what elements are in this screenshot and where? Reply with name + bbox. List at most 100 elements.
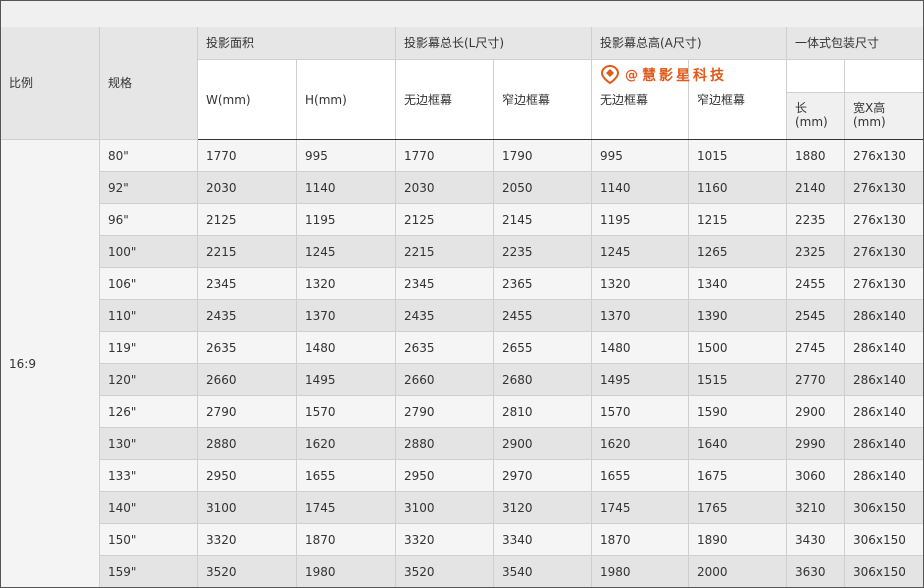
cell-length-borderless: 3320 xyxy=(396,524,494,556)
header-spec: 规格 xyxy=(100,27,198,140)
cell-w: 2880 xyxy=(198,428,297,460)
cell-height-borderless: 1870 xyxy=(592,524,689,556)
header-total-height: 投影幕总高(A尺寸) xyxy=(592,27,787,60)
cell-w: 2345 xyxy=(198,268,297,300)
header-total-length: 投影幕总长(L尺寸) xyxy=(396,27,592,60)
watermark: @ 慧影星科技 xyxy=(599,65,727,85)
cell-pkg-wh: 276x130 xyxy=(845,204,923,236)
cell-pkg-length: 2140 xyxy=(787,172,845,204)
cell-length-narrow: 2455 xyxy=(494,300,592,332)
cell-spec: 140" xyxy=(100,492,198,524)
cell-pkg-length: 2990 xyxy=(787,428,845,460)
cell-length-borderless: 2880 xyxy=(396,428,494,460)
cell-pkg-length: 2455 xyxy=(787,268,845,300)
cell-length-narrow: 1790 xyxy=(494,140,592,172)
cell-w: 2125 xyxy=(198,204,297,236)
cell-w: 2030 xyxy=(198,172,297,204)
header-ratio: 比例 xyxy=(1,27,100,140)
header-package-length-text: 长 (mm) xyxy=(795,101,828,129)
header-h: H(mm) xyxy=(297,60,396,140)
cell-height-borderless: 1745 xyxy=(592,492,689,524)
header-package-blank-1 xyxy=(787,60,845,93)
cell-length-borderless: 2215 xyxy=(396,236,494,268)
cell-length-narrow: 3340 xyxy=(494,524,592,556)
ratio-cell: 16:9 xyxy=(1,140,100,587)
cell-h: 1870 xyxy=(297,524,396,556)
cell-h: 1140 xyxy=(297,172,396,204)
cell-height-narrow: 1500 xyxy=(689,332,787,364)
cell-h: 1980 xyxy=(297,556,396,587)
watermark-text: 慧影星科技 xyxy=(642,68,727,84)
cell-pkg-length: 1880 xyxy=(787,140,845,172)
cell-pkg-wh: 276x130 xyxy=(845,236,923,268)
cell-length-borderless: 3520 xyxy=(396,556,494,587)
cell-height-borderless: 1370 xyxy=(592,300,689,332)
cell-length-borderless: 2635 xyxy=(396,332,494,364)
cell-spec: 100" xyxy=(100,236,198,268)
cell-h: 1655 xyxy=(297,460,396,492)
cell-spec: 150" xyxy=(100,524,198,556)
cell-height-borderless: 1570 xyxy=(592,396,689,428)
cell-height-borderless: 1480 xyxy=(592,332,689,364)
cell-spec: 92" xyxy=(100,172,198,204)
cell-length-borderless: 2790 xyxy=(396,396,494,428)
cell-length-narrow: 2145 xyxy=(494,204,592,236)
cell-spec: 119" xyxy=(100,332,198,364)
cell-h: 1620 xyxy=(297,428,396,460)
cell-h: 1320 xyxy=(297,268,396,300)
cell-height-borderless: 1140 xyxy=(592,172,689,204)
cell-height-narrow: 1015 xyxy=(689,140,787,172)
cell-height-narrow: 1160 xyxy=(689,172,787,204)
cell-height-borderless: 995 xyxy=(592,140,689,172)
cell-w: 2660 xyxy=(198,364,297,396)
cell-height-borderless: 1320 xyxy=(592,268,689,300)
cell-h: 1195 xyxy=(297,204,396,236)
cell-w: 2215 xyxy=(198,236,297,268)
cell-length-borderless: 2030 xyxy=(396,172,494,204)
cell-height-narrow: 1515 xyxy=(689,364,787,396)
cell-pkg-wh: 286x140 xyxy=(845,396,923,428)
cell-height-borderless: 1495 xyxy=(592,364,689,396)
cell-length-borderless: 1770 xyxy=(396,140,494,172)
spec-table: 比例 规格 投影面积 投影幕总长(L尺寸) 投影幕总高(A尺寸) 一体式包装尺寸… xyxy=(0,0,924,588)
cell-height-narrow: 1765 xyxy=(689,492,787,524)
cell-height-borderless: 1195 xyxy=(592,204,689,236)
cell-pkg-wh: 276x130 xyxy=(845,268,923,300)
header-separator xyxy=(198,139,923,140)
cell-spec: 133" xyxy=(100,460,198,492)
cell-pkg-wh: 286x140 xyxy=(845,300,923,332)
header-w: W(mm) xyxy=(198,60,297,140)
header-projection-area: 投影面积 xyxy=(198,27,396,60)
header-package-size: 一体式包装尺寸 xyxy=(787,27,923,60)
cell-spec: 106" xyxy=(100,268,198,300)
cell-pkg-wh: 306x150 xyxy=(845,524,923,556)
cell-length-borderless: 2435 xyxy=(396,300,494,332)
cell-pkg-wh: 306x150 xyxy=(845,556,923,587)
cell-h: 1570 xyxy=(297,396,396,428)
cell-h: 1495 xyxy=(297,364,396,396)
cell-length-borderless: 2125 xyxy=(396,204,494,236)
cell-length-narrow: 2970 xyxy=(494,460,592,492)
cell-pkg-wh: 286x140 xyxy=(845,364,923,396)
cell-length-narrow: 2235 xyxy=(494,236,592,268)
cell-length-narrow: 2900 xyxy=(494,428,592,460)
cell-height-borderless: 1980 xyxy=(592,556,689,587)
cell-spec: 80" xyxy=(100,140,198,172)
cell-length-borderless: 2345 xyxy=(396,268,494,300)
cell-height-narrow: 1675 xyxy=(689,460,787,492)
header-length-narrow: 窄边框幕 xyxy=(494,60,592,140)
cell-pkg-wh: 276x130 xyxy=(845,140,923,172)
cell-spec: 130" xyxy=(100,428,198,460)
cell-w: 2635 xyxy=(198,332,297,364)
cell-pkg-length: 2770 xyxy=(787,364,845,396)
header-package-wh: 宽X高 (mm) xyxy=(845,93,923,140)
cell-height-narrow: 1215 xyxy=(689,204,787,236)
cell-spec: 120" xyxy=(100,364,198,396)
header-package-length: 长 (mm) xyxy=(787,93,845,140)
header-length-borderless: 无边框幕 xyxy=(396,60,494,140)
cell-w: 2435 xyxy=(198,300,297,332)
cell-w: 3320 xyxy=(198,524,297,556)
cell-height-narrow: 1340 xyxy=(689,268,787,300)
cell-length-borderless: 2950 xyxy=(396,460,494,492)
pin-icon xyxy=(600,65,620,85)
